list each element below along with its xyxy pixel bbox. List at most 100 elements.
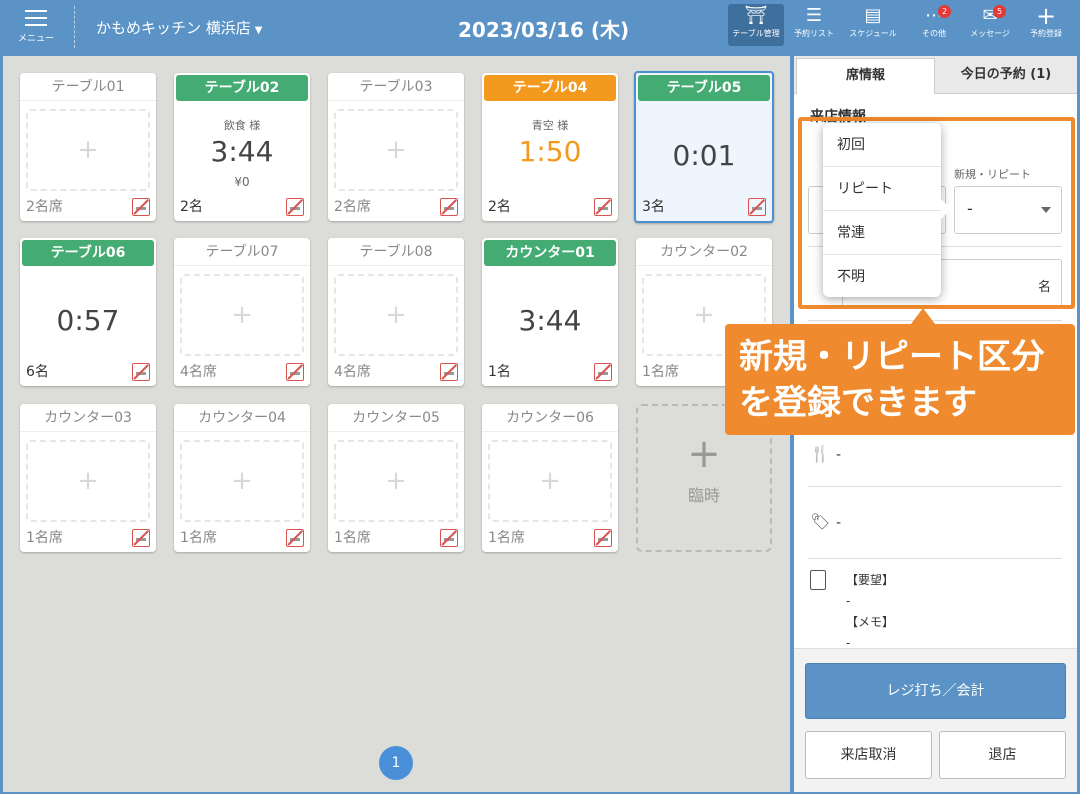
app-header: メニュー かもめキッチン 横浜店 ▼ 2023/03/16 (木) ⛩ テーブル管… [0,0,1080,54]
table-name: テーブル02 [176,75,308,101]
callout-line-1: 新規・リピート区分 [739,337,1045,377]
table-card-02[interactable]: テーブル02 飲食 様 3:44 ¥0 2名 [174,73,310,221]
guest-count: 1名 [488,364,511,380]
empty-slot: + [334,440,458,522]
schedule-icon: ▤ [864,5,882,26]
table-name: カウンター06 [482,404,618,432]
option-repeat[interactable]: リピート [823,167,941,211]
table-name: テーブル07 [174,238,310,266]
table-name: テーブル06 [22,240,154,266]
seat-count: 1名席 [180,530,217,546]
tag-row[interactable]: 🏷 - [810,512,841,531]
tab-todays-reservations[interactable]: 今日の予約 (1) [937,58,1075,94]
tool-label: メッセージ [970,29,1010,38]
no-smoking-icon [286,198,304,216]
seat-count: 4名席 [334,364,371,380]
list-icon: ☰ [805,5,823,26]
no-smoking-icon [132,198,150,216]
menu-button[interactable]: メニュー [14,8,58,48]
tool-more[interactable]: ⋯ 2 その他 [912,4,956,46]
empty-slot: + [334,274,458,356]
table-card-07[interactable]: テーブル07 + 4名席 [174,238,310,386]
table-floor: テーブル01 + 2名席 テーブル02 飲食 様 3:44 ¥0 2名 テーブル… [3,56,790,792]
tool-reservation-list[interactable]: ☰ 予約リスト [788,4,840,46]
counter-card-03[interactable]: カウンター03 + 1名席 [20,404,156,552]
table-card-01[interactable]: テーブル01 + 2名席 [20,73,156,221]
table-name: カウンター01 [484,240,616,266]
table-name: テーブル05 [638,75,770,101]
seat-count: 1名席 [334,530,371,546]
no-smoking-icon [594,363,612,381]
guest-count: 3名 [642,199,665,215]
tag-icon: 🏷 [810,512,831,531]
fork-knife-icon: 🍴 [810,444,830,463]
tool-add-reservation[interactable]: + 予約登録 [1024,4,1068,46]
bill-amount: ¥0 [234,175,250,189]
leave-button[interactable]: 退店 [939,731,1066,779]
option-first-visit[interactable]: 初回 [823,123,941,167]
tool-label: その他 [922,29,946,38]
no-smoking-icon [132,363,150,381]
counter-card-06[interactable]: カウンター06 + 1名席 [482,404,618,552]
table-card-06[interactable]: テーブル06 0:57 6名 [20,238,156,386]
counter-card-05[interactable]: カウンター05 + 1名席 [328,404,464,552]
no-smoking-icon [286,529,304,547]
no-smoking-icon [748,198,766,216]
elapsed-time: 3:44 [210,135,274,168]
store-selector[interactable]: かもめキッチン 横浜店 ▼ [96,17,262,38]
guest-count: 2名 [180,199,203,215]
tag-value: - [836,515,842,531]
page-indicator[interactable]: 1 [379,746,413,780]
tool-label: テーブル管理 [732,29,780,38]
empty-slot: + [180,274,304,356]
option-regular[interactable]: 常連 [823,211,941,255]
empty-slot: + [180,440,304,522]
tool-label: 予約リスト [794,29,834,38]
seat-count: 2名席 [26,199,63,215]
plus-icon: + [687,431,721,477]
counter-card-01[interactable]: カウンター01 3:44 1名 [482,238,618,386]
request-label: 【要望】 [846,573,895,587]
table-card-05[interactable]: テーブル05 0:01 3名 [634,71,774,223]
no-smoking-icon [594,529,612,547]
panel-actions: レジ打ち／会計 来店取消 退店 [794,648,1077,792]
course-row[interactable]: 🍴 - [810,444,841,463]
guest-name: 飲食 様 [223,119,261,132]
table-card-03[interactable]: テーブル03 + 2名席 [328,73,464,221]
divider [808,558,1062,559]
no-smoking-icon [440,363,458,381]
checkout-button[interactable]: レジ打ち／会計 [805,663,1066,719]
no-smoking-icon [440,198,458,216]
course-value: - [836,447,842,463]
seat-count: 1名席 [26,530,63,546]
tab-seat-info[interactable]: 席情報 [796,58,935,94]
table-name: テーブル08 [328,238,464,266]
tool-messages[interactable]: ✉ 5 メッセージ [963,4,1017,46]
visit-type-dropdown: 初回 リピート 常連 不明 [823,123,951,299]
no-smoking-icon [286,363,304,381]
table-card-04[interactable]: テーブル04 青空 様 1:50 2名 [482,73,618,221]
cancel-visit-button[interactable]: 来店取消 [805,731,932,779]
seat-count: 4名席 [180,364,217,380]
plus-icon: + [1035,2,1057,30]
table-icon: ⛩ [744,5,768,26]
panel-tabs: 席情報 今日の予約 (1) [794,56,1077,94]
divider [808,320,1062,321]
hamburger-icon [25,10,47,26]
store-name: かもめキッチン 横浜店 [96,19,251,37]
no-smoking-icon [440,529,458,547]
tool-schedule[interactable]: ▤ スケジュール [843,4,903,46]
no-smoking-icon [594,198,612,216]
current-date[interactable]: 2023/03/16 (木) [458,14,629,43]
empty-slot: + [26,440,150,522]
option-unknown[interactable]: 不明 [823,255,941,299]
counter-card-04[interactable]: カウンター04 + 1名席 [174,404,310,552]
table-name: テーブル03 [328,73,464,101]
divider [808,486,1062,487]
callout-line-2: を登録できます [739,383,977,423]
tool-label: スケジュール [849,29,897,38]
empty-slot: + [26,109,150,191]
guest-name: 青空 様 [531,119,569,132]
tool-table-management[interactable]: ⛩ テーブル管理 [728,4,784,46]
table-card-08[interactable]: テーブル08 + 4名席 [328,238,464,386]
